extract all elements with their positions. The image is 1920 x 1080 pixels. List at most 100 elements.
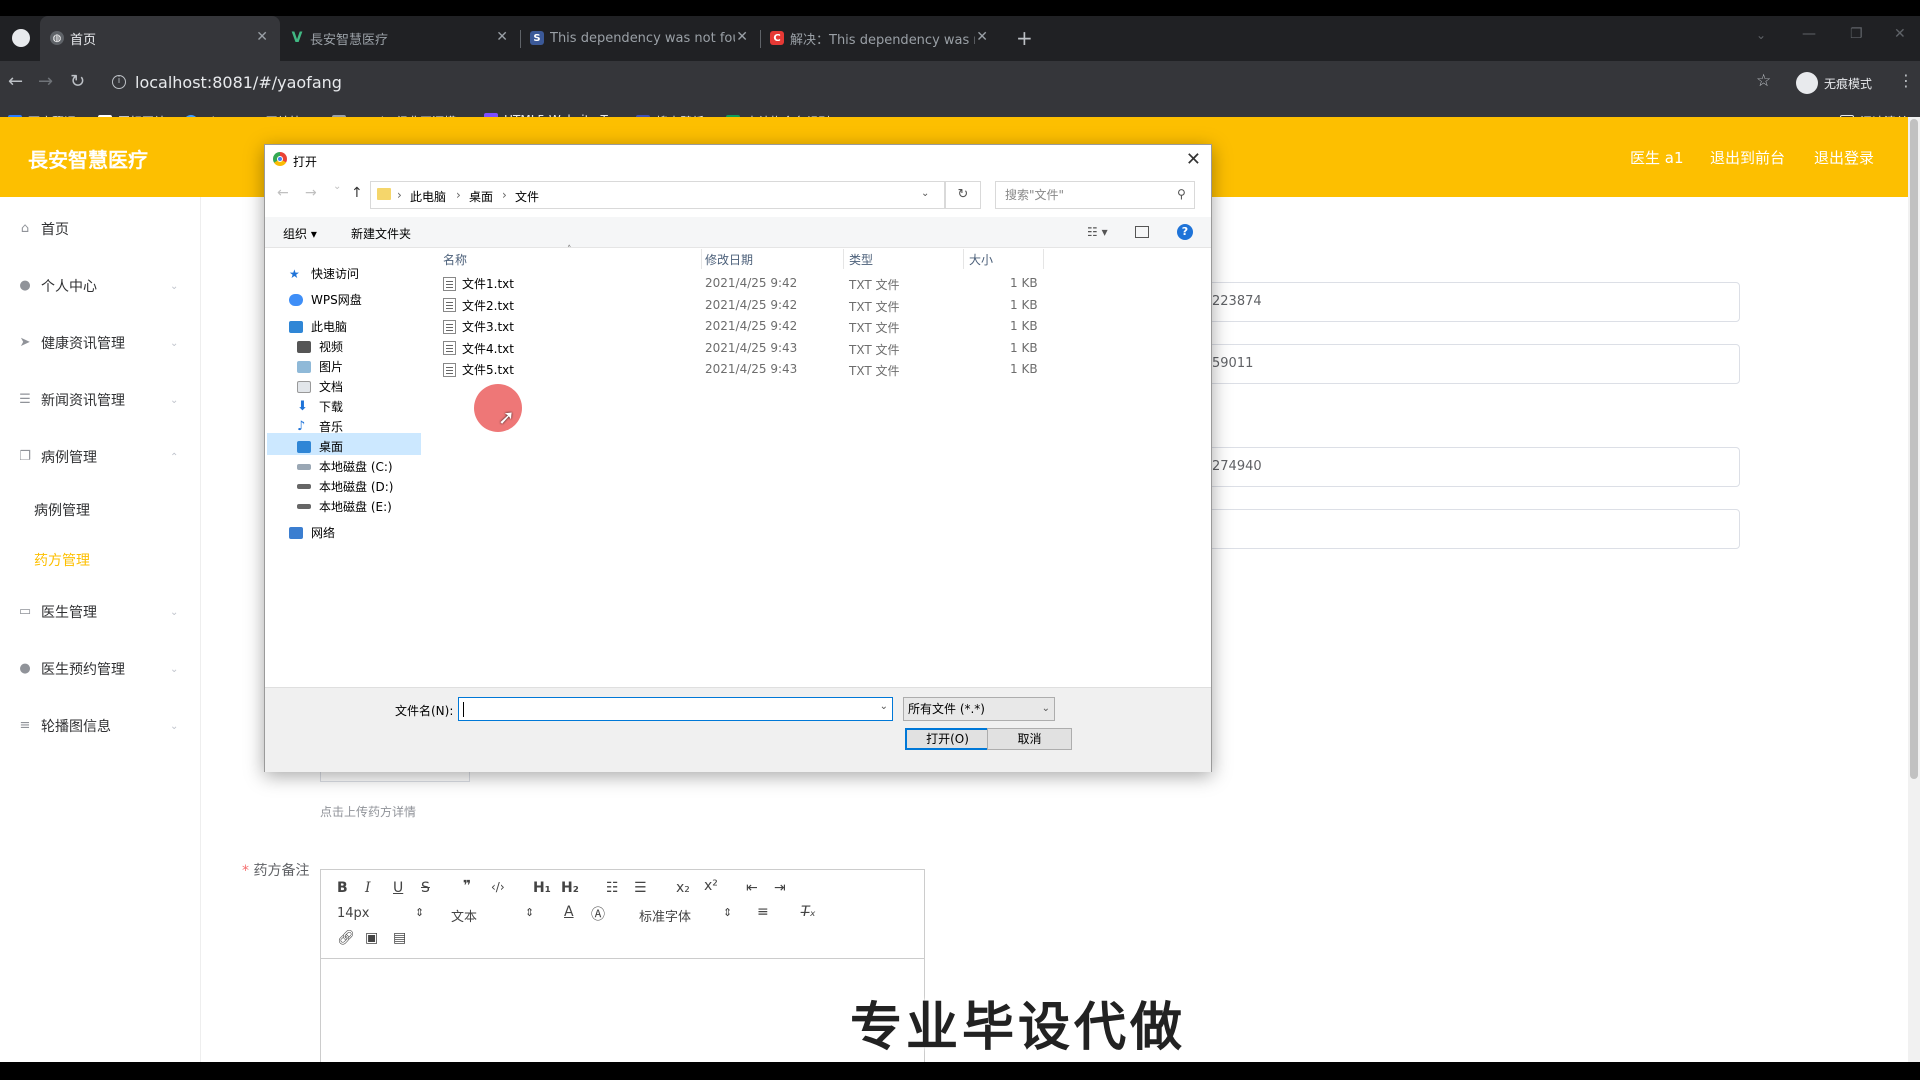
format-select[interactable]: 文本 — [451, 906, 477, 925]
menu-carousel[interactable]: ≡ 轮播图信息 ⌄ — [18, 716, 179, 736]
organize-menu[interactable]: 组织 ▾ — [283, 225, 317, 242]
new-tab-button[interactable]: + — [1016, 26, 1033, 50]
italic-icon[interactable]: I — [365, 880, 371, 896]
clear-format-icon[interactable]: T̶ₓ — [801, 904, 816, 920]
nav-item[interactable]: 图片 — [297, 358, 343, 375]
menu-news[interactable]: ☰ 新闻资讯管理 ⌄ — [18, 390, 178, 410]
submenu-prescriptions[interactable]: 药方管理 — [34, 550, 90, 570]
reload-icon[interactable]: ↻ — [70, 71, 85, 92]
file-row[interactable]: 文件5.txt — [443, 361, 514, 378]
strike-icon[interactable]: S — [421, 880, 430, 896]
font-size-select[interactable]: 14px — [337, 906, 370, 921]
new-folder-button[interactable]: 新建文件夹 — [351, 225, 411, 242]
file-row[interactable]: 文件2.txt — [443, 297, 514, 314]
video-icon[interactable]: ▤ — [393, 930, 406, 946]
refresh-icon[interactable]: ↻ — [945, 181, 981, 209]
scroll-thumb[interactable] — [1910, 119, 1918, 779]
file-row[interactable]: 文件4.txt — [443, 340, 514, 357]
nav-item[interactable]: 本地磁盘 (D:) — [297, 478, 393, 495]
close-icon[interactable]: ✕ — [256, 29, 268, 45]
crumb-this-pc[interactable]: 此电脑 — [410, 188, 446, 205]
nav-item[interactable]: 视频 — [297, 338, 343, 355]
code-icon[interactable]: ‹/› — [491, 880, 505, 894]
nav-item[interactable]: 本地磁盘 (C:) — [297, 458, 393, 475]
window-close-icon[interactable]: ✕ — [1894, 26, 1906, 42]
cancel-button[interactable]: 取消 — [987, 728, 1072, 750]
outdent-icon[interactable]: ⇤ — [746, 880, 758, 896]
open-button[interactable]: 打开(O) — [905, 728, 990, 750]
close-icon[interactable]: ✕ — [1186, 149, 1201, 170]
nav-item[interactable]: 本地磁盘 (E:) — [297, 498, 392, 515]
menu-personal[interactable]: ● 个人中心 ⌄ — [18, 276, 178, 296]
col-size[interactable]: 大小 — [969, 251, 993, 268]
search-input[interactable]: 搜索"文件" — [995, 181, 1195, 209]
tab-dependency[interactable]: S This dependency was not fou ✕ — [520, 16, 760, 61]
bg-color-icon[interactable]: Ⓐ — [591, 904, 605, 924]
profile-label[interactable]: 无痕模式 — [1824, 75, 1872, 92]
back-icon[interactable]: ← — [8, 71, 23, 92]
chevron-down-icon[interactable]: ⌄ — [921, 188, 929, 199]
crumb-files[interactable]: 文件 — [515, 188, 539, 205]
bg-field[interactable]: 274940 — [1205, 447, 1740, 487]
bg-field[interactable]: 223874 — [1205, 282, 1740, 322]
tab-app[interactable]: V 長安智慧医疗 ✕ — [280, 16, 520, 61]
image-icon[interactable]: ▣ — [365, 930, 378, 946]
subscript-icon[interactable]: x₂ — [676, 880, 690, 896]
col-type[interactable]: 类型 — [849, 251, 873, 268]
filename-input[interactable]: ⌄ — [458, 697, 893, 721]
bg-field[interactable] — [1205, 509, 1740, 549]
tab-search-icon[interactable]: ⌄ — [1756, 28, 1766, 42]
file-row[interactable]: 文件3.txt — [443, 318, 514, 335]
close-icon[interactable]: ✕ — [496, 29, 508, 45]
col-name[interactable]: 名称 — [443, 251, 467, 268]
underline-icon[interactable]: U — [393, 880, 403, 896]
page-scrollbar[interactable] — [1908, 117, 1920, 1062]
menu-home[interactable]: ⌂ 首页 — [18, 219, 69, 239]
filetype-select[interactable]: 所有文件 (*.*) ⌄ — [903, 697, 1055, 721]
link-icon[interactable]: 🔗︎ — [337, 930, 355, 946]
bold-icon[interactable]: B — [337, 880, 348, 896]
h1-icon[interactable]: H₁ — [533, 880, 551, 896]
view-options-icon[interactable]: ☷ ▾ — [1087, 225, 1108, 239]
submenu-cases[interactable]: 病例管理 — [34, 500, 90, 520]
chrome-menu-icon[interactable] — [12, 29, 30, 47]
back-to-frontend-link[interactable]: 退出到前台 — [1710, 147, 1785, 168]
info-icon[interactable]: i — [112, 75, 126, 89]
restore-icon[interactable]: ❐ — [1850, 26, 1863, 42]
menu-doctors[interactable]: ▭ 医生管理 ⌄ — [18, 602, 179, 622]
address-breadcrumb[interactable]: › 此电脑 › 桌面 › 文件 ⌄ — [370, 181, 945, 209]
close-icon[interactable]: ✕ — [976, 29, 988, 45]
quote-icon[interactable]: ❞ — [463, 878, 471, 894]
bullet-list-icon[interactable]: ☰ — [634, 880, 647, 896]
nav-item[interactable]: 文档 — [297, 378, 343, 395]
close-icon[interactable]: ✕ — [736, 29, 748, 45]
superscript-icon[interactable]: x² — [704, 878, 718, 894]
preview-pane-icon[interactable] — [1135, 226, 1149, 238]
h2-icon[interactable]: H₂ — [561, 880, 579, 896]
file-row[interactable]: 文件1.txt — [443, 275, 514, 292]
recent-dropdown-icon[interactable]: ⌄ — [333, 181, 341, 192]
tab-csdn[interactable]: C 解决：This dependency was n ✕ — [760, 16, 1000, 61]
forward-icon[interactable]: → — [305, 185, 317, 201]
bookmark-star-icon[interactable]: ☆ — [1756, 71, 1771, 91]
logout-link[interactable]: 退出登录 — [1814, 147, 1874, 168]
address-bar[interactable]: localhost:8081/#/yaofang — [135, 67, 342, 99]
menu-health-news[interactable]: ➤ 健康资讯管理 ⌄ — [18, 333, 179, 353]
help-icon[interactable]: ? — [1177, 224, 1193, 240]
tab-home[interactable]: ◍ 首页 ✕ — [40, 16, 280, 61]
crumb-desktop[interactable]: 桌面 — [469, 188, 493, 205]
menu-cases[interactable]: ❐ 病例管理 ⌃ — [18, 447, 178, 467]
forward-icon[interactable]: → — [38, 71, 53, 92]
chevron-down-icon[interactable]: ⌄ — [880, 701, 888, 712]
text-color-icon[interactable]: A — [564, 904, 574, 920]
font-family-select[interactable]: 标准字体 — [639, 906, 691, 925]
nav-item[interactable]: ★ 快速访问 — [289, 265, 359, 282]
more-menu-icon[interactable]: ⋮ — [1898, 71, 1914, 90]
rich-text-editor[interactable]: B I U S ❞ ‹/› H₁ H₂ ☷ ☰ x₂ x² ⇤ ⇥ 14px ⇕… — [320, 869, 925, 1079]
nav-item-selected[interactable]: 桌面 — [297, 438, 343, 455]
align-icon[interactable]: ≡ — [757, 904, 769, 920]
col-date[interactable]: 修改日期 — [705, 251, 753, 268]
up-icon[interactable]: ↑ — [351, 185, 363, 201]
menu-appointments[interactable]: ● 医生预约管理 ⌄ — [18, 659, 178, 679]
bg-field[interactable]: 59011 — [1205, 344, 1740, 384]
